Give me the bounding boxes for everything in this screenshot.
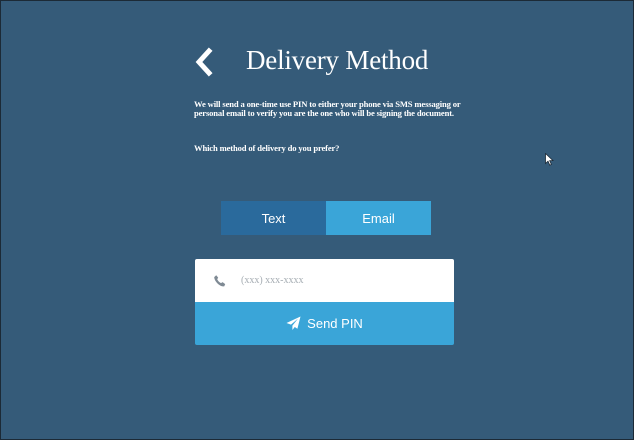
email-option-button[interactable]: Email (326, 201, 431, 235)
mouse-pointer-icon (545, 153, 554, 166)
delivery-question: Which method of delivery do you prefer? (194, 143, 340, 153)
paper-plane-icon (286, 316, 301, 330)
delivery-method-toggle: Text Email (221, 201, 431, 235)
intro-text: We will send a one-time use PIN to eithe… (194, 99, 461, 119)
phone-input[interactable] (241, 275, 431, 286)
pin-form: Send PIN (195, 259, 454, 345)
phone-field[interactable] (195, 259, 454, 302)
back-button[interactable] (193, 47, 215, 77)
text-option-button[interactable]: Text (221, 201, 326, 235)
chevron-left-icon (195, 47, 213, 77)
page-header: Delivery Method (193, 41, 463, 85)
send-pin-button[interactable]: Send PIN (195, 302, 454, 345)
delivery-method-screen: Delivery Method We will send a one-time … (0, 0, 634, 440)
page-title: Delivery Method (246, 45, 429, 75)
send-pin-label: Send PIN (307, 316, 363, 331)
phone-icon (214, 274, 226, 286)
